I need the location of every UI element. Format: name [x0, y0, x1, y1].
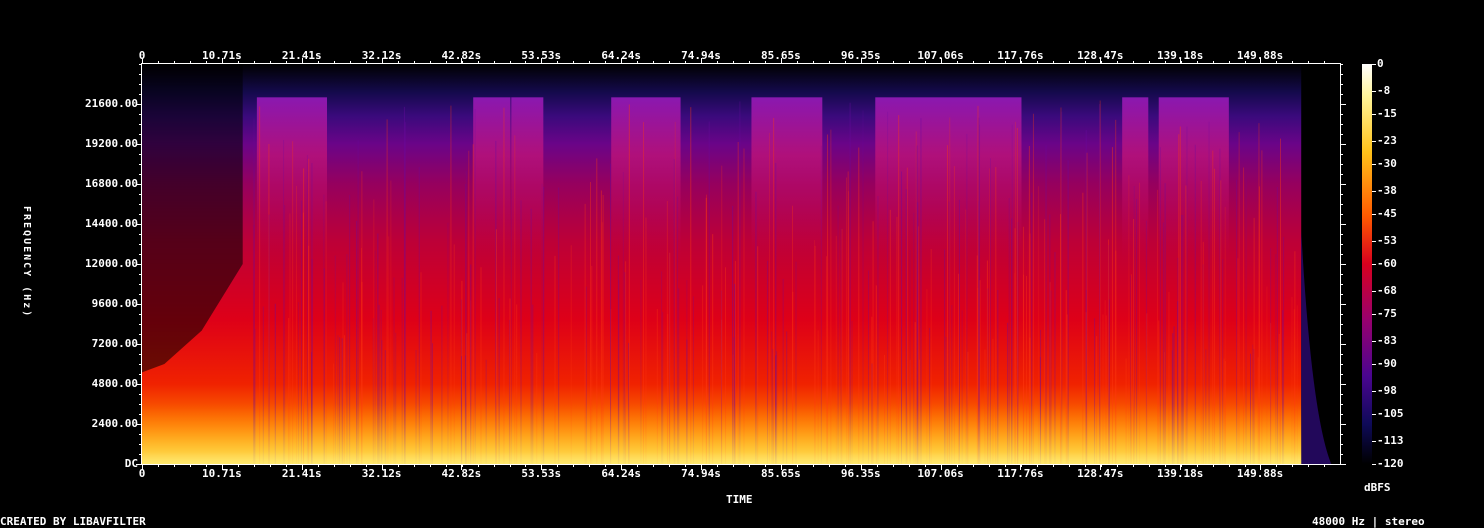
colorbar-tick-label: -113	[1377, 433, 1404, 447]
high-band-segment-7	[1122, 97, 1149, 264]
x-tick-label-bottom: 149.88s	[1236, 467, 1284, 480]
colorbar-tick-label: -105	[1377, 407, 1404, 420]
x-tick-label-bottom: 21.41s	[281, 467, 322, 480]
colorbar-tick-label: 0	[1377, 57, 1384, 70]
colorbar-tick-label: -90	[1377, 357, 1397, 370]
colorbar-tick-label: -60	[1377, 257, 1397, 270]
high-band-segment-1	[256, 97, 327, 264]
x-tick-label-top: 32.12s	[361, 49, 402, 62]
x-tick-label-bottom: 42.82s	[441, 467, 482, 480]
low-frequency-energy	[142, 404, 1302, 464]
colorbar-tick-label: -8	[1377, 83, 1391, 97]
high-band-segment-8	[1158, 97, 1229, 264]
x-tick-label-bottom: 85.65s	[761, 467, 801, 480]
colorbar-tick-label: -45	[1377, 207, 1397, 220]
colorbar-tick-label: -15	[1377, 107, 1397, 120]
x-tick-label-top: 85.65s	[761, 49, 801, 62]
footer-credit: CREATED BY LIBAVFILTER	[0, 515, 146, 528]
high-band-segment-3	[511, 97, 544, 264]
y-tick-label: 12000.00	[85, 257, 138, 270]
x-tick-label-bottom: 117.76s	[997, 467, 1044, 480]
y-tick-label: 19200.00	[85, 137, 138, 150]
x-tick-label-top: 42.82s	[441, 49, 482, 62]
y-tick-label: 2400.00	[91, 417, 138, 430]
y-tick-label: 4800.00	[91, 377, 138, 390]
x-axis-title: TIME	[726, 493, 753, 506]
y-tick-label: 21600.00	[85, 97, 138, 110]
colorbar-tick-label: -75	[1377, 307, 1397, 320]
x-tick-label-bottom: 96.35s	[840, 467, 881, 480]
spectrogram	[136, 58, 1376, 470]
y-axis-title-wrap: FREQUENCY (Hz)	[18, 206, 32, 346]
colorbar-tick-label: -83	[1377, 333, 1397, 347]
y-tick-label: 14400.00	[85, 217, 138, 230]
colorbar-tick-label: -53	[1377, 233, 1397, 247]
colorbar-tick-label: -23	[1377, 133, 1397, 147]
x-tick-label-bottom: 107.06s	[917, 467, 964, 480]
colorbar-tick-label: -98	[1377, 383, 1397, 397]
high-band-segment-2	[473, 97, 511, 264]
x-tick-label-top: 53.53s	[521, 49, 562, 62]
x-tick-label-top: 117.76s	[997, 49, 1044, 62]
x-tick-label-top: 64.24s	[601, 49, 642, 62]
x-tick-label-top: 10.71s	[202, 49, 242, 62]
colorbar-tick-label: -120	[1377, 457, 1404, 470]
colorbar-tick-label: -38	[1377, 183, 1397, 197]
x-tick-label-bottom: 10.71s	[202, 467, 242, 480]
colorbar-tick-label: -30	[1377, 157, 1397, 170]
x-tick-label-bottom: 0	[138, 467, 146, 480]
x-tick-label-bottom: 139.18s	[1157, 467, 1204, 480]
y-axis-title: FREQUENCY (Hz)	[21, 206, 32, 319]
y-tick-label: 7200.00	[91, 337, 138, 350]
x-tick-label-top: 128.47s	[1077, 49, 1124, 62]
x-tick-label-top: 96.35s	[840, 49, 881, 62]
colorbar-title: dBFS	[1364, 481, 1391, 494]
x-tick-label-bottom: 53.53s	[521, 467, 562, 480]
footer-format: 48000 Hz | stereo	[1312, 515, 1425, 528]
colorbar	[1362, 64, 1372, 464]
x-tick-label-bottom: 128.47s	[1077, 467, 1124, 480]
x-tick-label-top: 21.41s	[281, 49, 322, 62]
x-tick-label-top: 149.88s	[1236, 49, 1284, 62]
x-tick-label-top: 74.94s	[681, 49, 721, 62]
x-tick-label-bottom: 74.94s	[681, 467, 721, 480]
x-tick-label-bottom: 64.24s	[601, 467, 642, 480]
y-tick-label: 9600.00	[91, 297, 138, 310]
x-tick-label-bottom: 32.12s	[361, 467, 402, 480]
colorbar-tick-label: -68	[1377, 283, 1397, 297]
x-tick-label-top: 139.18s	[1157, 49, 1204, 62]
y-tick-label: DC	[124, 457, 138, 470]
x-tick-label-top: 107.06s	[917, 49, 964, 62]
x-tick-label-top: 0	[138, 49, 146, 62]
y-tick-label: 16800.00	[85, 177, 138, 190]
high-band-segment-5	[751, 97, 823, 264]
